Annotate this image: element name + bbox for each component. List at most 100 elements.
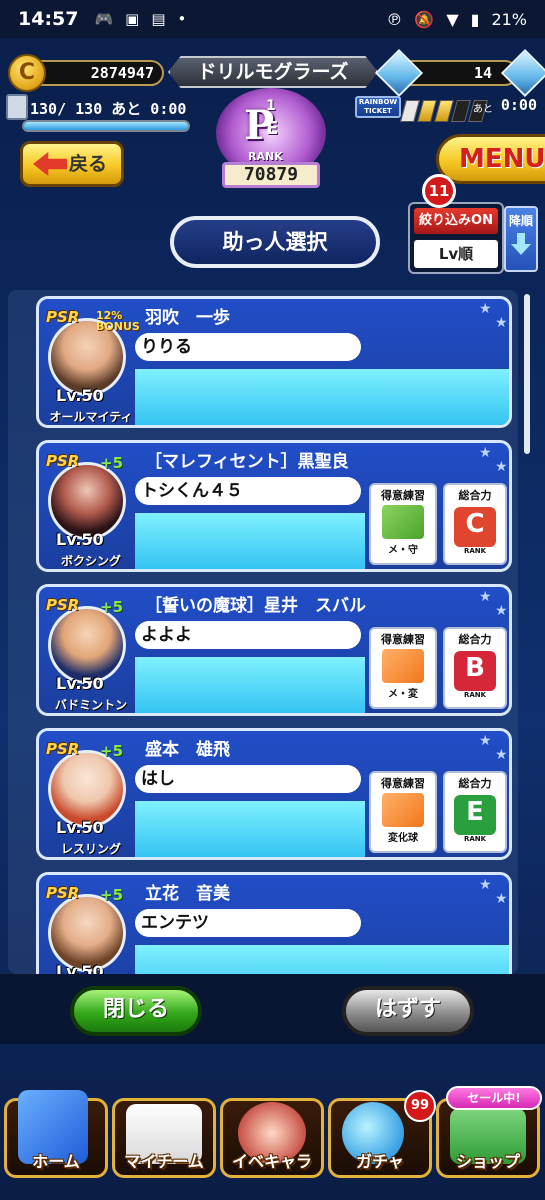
rarity-badge: PSR [46, 452, 80, 470]
overall-title: 総合力 [458, 633, 492, 646]
star-icon: ★ [495, 891, 508, 907]
close-button[interactable]: 閉じる [70, 986, 202, 1036]
nav-home[interactable]: ホーム [4, 1088, 108, 1184]
practice-defense-icon [382, 505, 424, 539]
nav-my-team[interactable]: マイチーム [112, 1088, 216, 1184]
helper-level: Lv.50 [56, 674, 104, 693]
star-icon: ★ [479, 877, 492, 893]
overall-rank-label: RANK [463, 835, 487, 843]
stamina-panel: 130/ 130 あと 0:00 [6, 94, 192, 136]
team-name[interactable]: ドリルモグラーズ [168, 56, 378, 88]
avatar [48, 750, 126, 828]
sort-order-label: 降順 [508, 214, 533, 228]
nav-event-chara[interactable]: イベキャラ [220, 1088, 324, 1184]
arrow-down-icon [511, 233, 531, 255]
overall-grade: C [454, 507, 496, 547]
helper-avatar: PSR 12% BONUS Lv.50 オールマイティ [36, 308, 140, 424]
overall-grade: B [454, 651, 496, 691]
sale-tag: セール中! [446, 1086, 542, 1110]
helper-avatar: PSR +5 Lv.50 レスリング [36, 740, 136, 856]
app-icon: ▤ [151, 10, 166, 28]
star-icon: ★ [495, 315, 508, 331]
helper-name: 羽吹 一歩 [145, 308, 230, 328]
practice-panel: 得意練習 メ・変 [369, 627, 437, 709]
overall-panel: 総合力 C RANK [443, 483, 507, 565]
filter-on-label[interactable]: 絞り込みON [414, 208, 498, 234]
practice-title: 得意練習 [381, 777, 425, 790]
rarity-badge: PSR [46, 740, 80, 758]
helper-avatar: PSR +5 Lv.50 バドミントン [36, 596, 136, 712]
star-icon: ★ [479, 301, 492, 317]
nav-gacha-label: ガチャ [356, 1152, 404, 1171]
diamond-icon [374, 48, 424, 98]
gacha-badge: 99 [404, 1090, 436, 1122]
rank-sub-letter: E [266, 118, 279, 139]
nav-my-team-label: マイチーム [124, 1152, 204, 1171]
star-icon: ★ [479, 733, 492, 749]
rarity-badge: PSR [46, 884, 80, 902]
back-label: 戻る [68, 153, 107, 175]
practice-type: メ・守 [388, 545, 418, 556]
menu-button[interactable]: MENU [436, 134, 545, 184]
practice-title: 得意練習 [381, 633, 425, 646]
helper-level: Lv.50 [56, 818, 104, 837]
sort-order-button[interactable]: 降順 [504, 206, 538, 272]
rainbow-ticket-icon: RAINBOW TICKET [355, 96, 401, 118]
star-icon: ★ [495, 603, 508, 619]
star-icon: ★ [495, 459, 508, 475]
status-notification-icons: 🎮 ▣ ▤ • [94, 10, 186, 28]
filter-count-badge: 11 [422, 174, 456, 208]
helper-level: Lv.50 [56, 962, 104, 974]
stamina-bar [22, 120, 190, 132]
ticket-ato: あと [473, 104, 493, 115]
back-arrow-icon [33, 152, 67, 176]
helper-position: バドミントン [54, 698, 128, 712]
helper-name: 立花 音美 [145, 884, 230, 904]
practice-panel: 得意練習 変化球 [369, 771, 437, 853]
helper-level: Lv.50 [56, 530, 104, 549]
resource-bar: 2874947 C ドリルモグラーズ 14 [0, 48, 545, 98]
star-icon: ★ [479, 589, 492, 605]
helper-list[interactable]: ★ ★ 羽吹 一歩 りりる ★ ★ ［マレフィセント］黒聖良 トシくん４５ 得意… [0, 290, 545, 974]
rank-superscript: 1 [266, 98, 276, 114]
back-button[interactable]: 戻る [20, 141, 124, 187]
helper-position: ボクシング [60, 554, 121, 568]
avatar [48, 606, 126, 684]
helper-position: オールマイティ [49, 410, 133, 424]
practice-breaking-ball-icon [382, 793, 424, 827]
list-scrollbar[interactable] [524, 294, 530, 454]
practice-breaking-ball-icon [382, 649, 424, 683]
status-bar: 14:57 🎮 ▣ ▤ • ℗ 🔕 ▼ ▮ 21% [0, 0, 545, 38]
card-band [135, 657, 365, 713]
card-band [135, 369, 509, 425]
overall-title: 総合力 [458, 777, 492, 790]
overall-rank-label: RANK [463, 691, 487, 699]
avatar [48, 894, 126, 972]
filter-panel[interactable]: 絞り込みON Lv順 [408, 202, 504, 274]
practice-type: メ・変 [388, 689, 418, 700]
practice-panel: 得意練習 メ・守 [369, 483, 437, 565]
sort-key-label[interactable]: Lv順 [414, 240, 498, 268]
rarity-badge: PSR [46, 596, 80, 614]
card-band [135, 513, 365, 569]
helper-avatar: PSR +5 Lv.50 ボクシング [36, 452, 136, 568]
star-icon: ★ [479, 445, 492, 461]
remove-button[interactable]: はずす [342, 986, 474, 1036]
helper-nickname: よよよ [135, 621, 361, 649]
helper-name: 盛本 雄飛 [145, 740, 230, 760]
helper-name: ［マレフィセント］黒聖良 [145, 452, 349, 472]
stamina-bar-fill [24, 122, 188, 130]
practice-title: 得意練習 [381, 489, 425, 502]
coin-icon: C [8, 54, 46, 92]
team-rank-emblem[interactable]: P 1 E RANK 70879 [196, 88, 346, 194]
overall-rank-label: RANK [463, 547, 487, 555]
helper-level: Lv.50 [56, 386, 104, 405]
overall-panel: 総合力 B RANK [443, 627, 507, 709]
gamepad-icon: 🎮 [94, 10, 114, 28]
practice-type: 変化球 [388, 833, 418, 844]
nav-event-chara-label: イベキャラ [231, 1152, 312, 1171]
nav-home-label: ホーム [32, 1152, 80, 1171]
helper-nickname: トシくん４５ [135, 477, 361, 505]
page-title: 助っ人選択 [170, 216, 380, 268]
status-time: 14:57 [18, 8, 79, 30]
